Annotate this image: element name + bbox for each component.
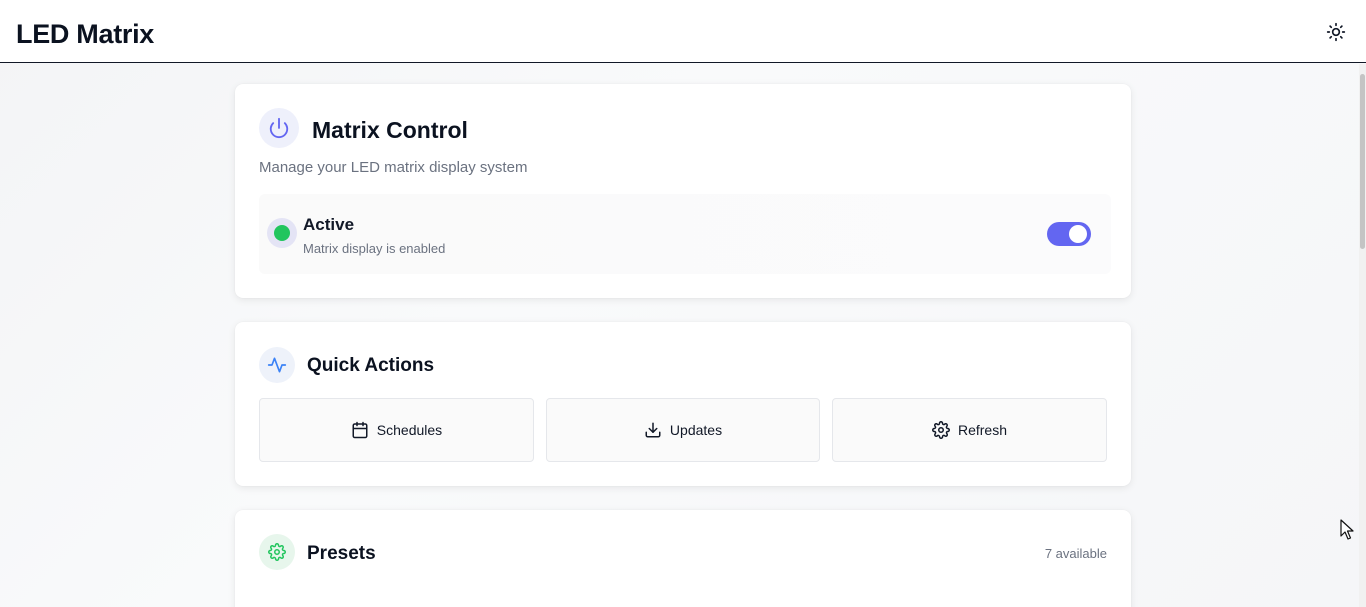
- presets-count: 7 available: [1044, 546, 1107, 561]
- sun-icon: [1326, 22, 1346, 42]
- power-icon: [269, 117, 289, 139]
- refresh-button[interactable]: Refresh: [832, 398, 1107, 462]
- toggle-knob: [1069, 225, 1087, 243]
- page-scrollbar[interactable]: [1359, 64, 1366, 607]
- updates-button-label: Updates: [669, 422, 723, 438]
- power-icon-badge: [259, 108, 299, 148]
- app-header: LED Matrix: [0, 0, 1366, 63]
- schedules-button-label: Schedules: [376, 422, 443, 438]
- gear-icon: [932, 421, 950, 439]
- activity-icon-badge: [259, 347, 295, 383]
- status-subtitle: Matrix display is enabled: [303, 241, 446, 256]
- app-title: LED Matrix: [16, 19, 155, 49]
- gear-icon: [268, 543, 286, 561]
- mouse-cursor-icon: [1340, 519, 1354, 540]
- matrix-control-description: Manage your LED matrix display system: [259, 159, 528, 176]
- scrollbar-thumb[interactable]: [1360, 74, 1365, 249]
- download-icon: [645, 422, 661, 438]
- updates-button[interactable]: Updates: [546, 398, 820, 462]
- schedules-button[interactable]: Schedules: [259, 398, 534, 462]
- matrix-control-title: Matrix Control: [312, 117, 468, 143]
- theme-toggle-button[interactable]: [1322, 18, 1350, 46]
- matrix-control-card: Matrix Control Manage your LED matrix di…: [235, 84, 1131, 298]
- status-panel: Active Matrix display is enabled: [259, 194, 1111, 274]
- presets-title: Presets: [307, 543, 376, 564]
- presets-card: Presets 7 available: [235, 510, 1131, 607]
- quick-actions-title: Quick Actions: [307, 355, 435, 376]
- presets-icon-badge: [259, 534, 295, 570]
- quick-actions-card: Quick Actions Schedules Updates Refresh: [235, 322, 1131, 486]
- matrix-enable-toggle[interactable]: [1047, 222, 1091, 246]
- status-indicator: [267, 218, 297, 248]
- refresh-button-label: Refresh: [957, 422, 1008, 438]
- status-title: Active: [303, 215, 355, 234]
- app-root: LED Matrix Matrix Control Manage your LE…: [0, 0, 1366, 607]
- activity-icon: [267, 357, 287, 373]
- status-dot: [274, 225, 290, 241]
- calendar-icon: [352, 421, 368, 439]
